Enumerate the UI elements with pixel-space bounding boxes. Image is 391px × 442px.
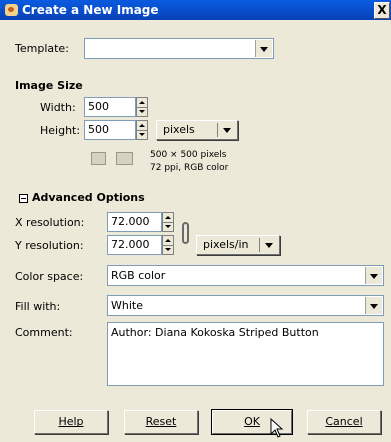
fill-with-value: White [111, 299, 143, 312]
comment-label: Comment: [15, 326, 73, 339]
window-title: Create a New Image [22, 3, 159, 17]
fill-with-dropdown[interactable]: White [107, 295, 384, 316]
resolution-unit-dropdown[interactable]: pixels/in [196, 235, 280, 255]
close-button[interactable]: X [374, 2, 390, 19]
chevron-down-icon [265, 243, 273, 248]
advanced-options-heading[interactable]: Advanced Options [32, 191, 145, 204]
chevron-down-icon [223, 128, 231, 133]
chain-link-icon[interactable] [182, 222, 189, 244]
template-dropdown[interactable] [84, 38, 274, 59]
cancel-button[interactable]: Cancel [307, 410, 381, 434]
x-resolution-spinner[interactable] [162, 212, 174, 232]
size-unit-value: pixels [163, 123, 195, 136]
size-info-line1: 500 × 500 pixels [150, 150, 227, 160]
x-resolution-input[interactable]: 72.000 [107, 212, 162, 232]
cancel-button-label: Cancel [325, 415, 363, 428]
color-space-label: Color space: [15, 270, 84, 283]
mouse-pointer-icon [270, 418, 284, 438]
title-bar: Create a New Image X [0, 0, 391, 20]
landscape-orientation-icon[interactable] [116, 152, 133, 165]
width-label: Width: [40, 101, 76, 114]
color-space-dropdown[interactable]: RGB color [107, 265, 384, 286]
chevron-down-icon[interactable] [365, 297, 382, 314]
height-label: Height: [40, 124, 81, 137]
reset-button-label: Reset [145, 415, 177, 428]
size-info-line2: 72 ppi, RGB color [150, 163, 229, 173]
chevron-down-icon[interactable] [365, 267, 382, 284]
resolution-unit-value: pixels/in [203, 238, 249, 251]
fill-with-label: Fill with: [15, 300, 61, 313]
y-resolution-label: Y resolution: [15, 239, 84, 252]
spin-down-icon[interactable] [163, 245, 173, 254]
advanced-expander-icon[interactable] [19, 194, 28, 203]
ok-button-label: OK [244, 415, 260, 428]
y-resolution-spinner[interactable] [162, 235, 174, 255]
height-input[interactable]: 500 [84, 120, 136, 140]
portrait-orientation-icon[interactable] [91, 152, 106, 165]
dropdown-divider [217, 123, 218, 137]
x-resolution-label: X resolution: [15, 216, 85, 229]
help-button[interactable]: Help [34, 410, 108, 434]
y-resolution-input[interactable]: 72.000 [107, 235, 162, 255]
gimp-wilber-icon [5, 4, 18, 16]
spin-down-icon[interactable] [137, 130, 147, 139]
dropdown-divider [259, 238, 260, 252]
size-unit-dropdown[interactable]: pixels [156, 120, 238, 140]
width-spinner[interactable] [136, 97, 148, 117]
color-space-value: RGB color [111, 269, 166, 282]
comment-textarea[interactable]: Author: Diana Kokoska Striped Button [107, 322, 384, 386]
width-input[interactable]: 500 [84, 97, 136, 117]
help-button-label: Help [58, 415, 84, 428]
chevron-down-icon[interactable] [255, 40, 272, 57]
spin-down-icon[interactable] [163, 222, 173, 231]
template-label: Template: [15, 42, 69, 55]
height-spinner[interactable] [136, 120, 148, 140]
image-size-heading: Image Size [15, 79, 83, 92]
reset-button[interactable]: Reset [124, 410, 198, 434]
spin-down-icon[interactable] [137, 107, 147, 116]
